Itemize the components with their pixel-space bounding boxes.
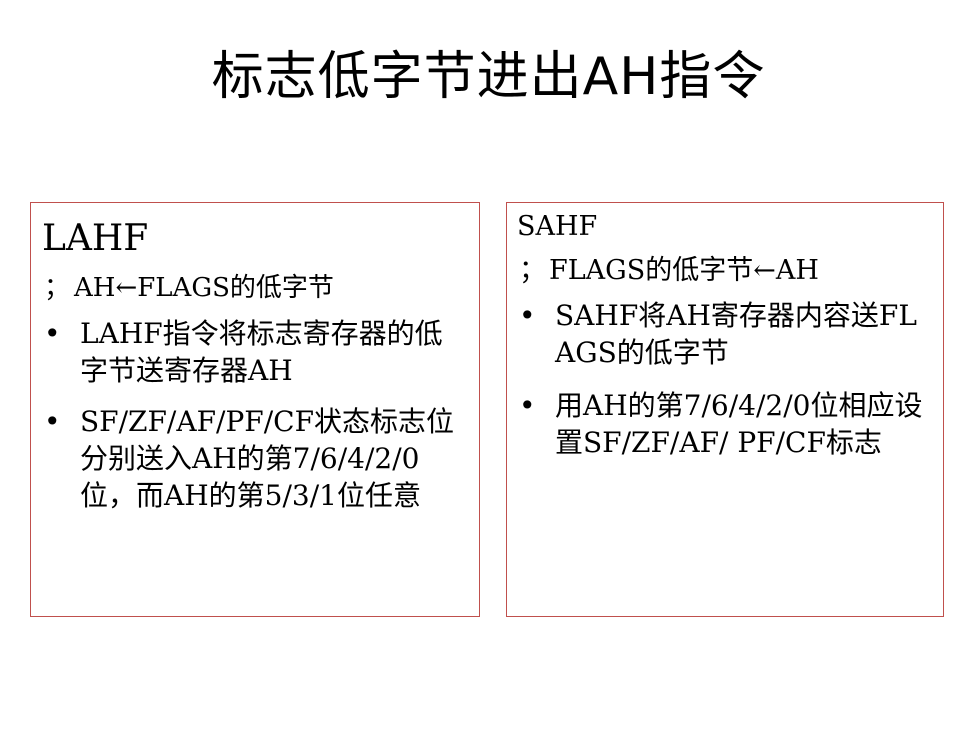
- lahf-bullet-text: SF/ZF/AF/PF/CF状态标志位分别送入AH的第7/6/4/2/0位，而A…: [80, 404, 454, 512]
- sahf-bullet-item: • SAHF将AH寄存器内容送FLAGS的低字节: [517, 298, 933, 372]
- bullet-icon: •: [44, 316, 61, 350]
- sahf-bullet-text: SAHF将AH寄存器内容送FLAGS的低字节: [555, 299, 917, 370]
- bullet-icon: •: [519, 389, 536, 423]
- lahf-comment-text: AH←FLAGS的低字节: [74, 273, 334, 304]
- sahf-comment: ； FLAGS的低字节←AH: [519, 253, 933, 288]
- slide-title: 标志低字节进出AH指令: [211, 47, 766, 107]
- sahf-heading: SAHF: [517, 211, 598, 242]
- sahf-bullet-list: • SAHF将AH寄存器内容送FLAGS的低字节 • 用AH的第7/6/4/2/…: [517, 298, 933, 462]
- sahf-comment-mark: ；: [519, 255, 546, 287]
- sahf-bullet-item: • 用AH的第7/6/4/2/0位相应设置SF/ZF/AF/ PF/CF标志: [517, 388, 933, 462]
- lahf-bullet-list: • LAHF指令将标志寄存器的低字节送寄存器AH • SF/ZF/AF/PF/C…: [42, 316, 469, 515]
- lahf-bullet-text: LAHF指令将标志寄存器的低字节送寄存器AH: [80, 316, 443, 387]
- sahf-comment-text: FLAGS的低字节←AH: [549, 255, 819, 287]
- sahf-panel: SAHF ； FLAGS的低字节←AH • SAHF将AH寄存器内容送FLAGS…: [506, 202, 944, 617]
- lahf-heading: LAHF: [42, 218, 149, 259]
- lahf-bullet-item: • LAHF指令将标志寄存器的低字节送寄存器AH: [42, 316, 469, 390]
- lahf-panel: LAHF ； AH←FLAGS的低字节 • LAHF指令将标志寄存器的低字节送寄…: [30, 202, 480, 617]
- lahf-bullet-item: • SF/ZF/AF/PF/CF状态标志位分别送入AH的第7/6/4/2/0位，…: [42, 404, 469, 515]
- lahf-comment-mark: ；: [44, 273, 71, 304]
- bullet-icon: •: [519, 299, 536, 333]
- bullet-icon: •: [44, 404, 61, 438]
- lahf-comment: ； AH←FLAGS的低字节: [44, 272, 469, 306]
- sahf-bullet-text: 用AH的第7/6/4/2/0位相应设置SF/ZF/AF/ PF/CF标志: [555, 389, 923, 460]
